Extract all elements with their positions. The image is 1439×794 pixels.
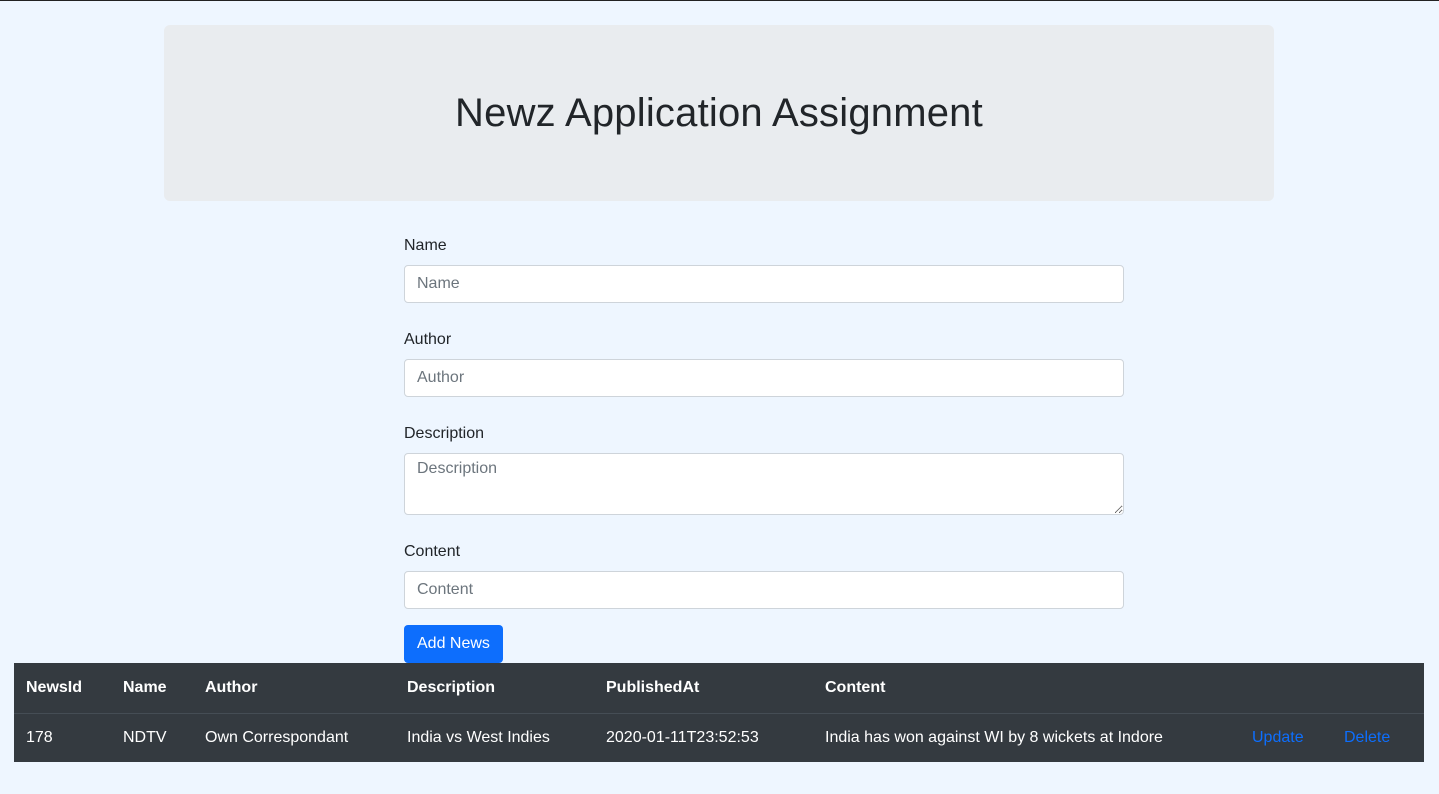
cell-update: Update: [1240, 714, 1332, 763]
cell-author: Own Correspondant: [205, 729, 349, 746]
column-header-author: Author: [193, 663, 395, 714]
description-textarea[interactable]: [404, 453, 1124, 515]
cell-description: India vs West Indies: [407, 729, 550, 746]
column-header-update: [1240, 663, 1332, 714]
delete-link[interactable]: Delete: [1344, 729, 1390, 746]
content-input[interactable]: [404, 571, 1124, 609]
news-table-container: NewsId Name Author Description Published…: [14, 663, 1424, 762]
table-header-row: NewsId Name Author Description Published…: [14, 663, 1424, 714]
column-header-publishedat: PublishedAt: [594, 663, 813, 714]
column-header-newsid: NewsId: [14, 663, 111, 714]
column-header-description: Description: [395, 663, 594, 714]
name-label: Name: [404, 237, 447, 254]
name-input[interactable]: [404, 265, 1124, 303]
add-news-form: Name Author Description Content Add News: [404, 235, 1124, 663]
header-jumbotron: Newz Application Assignment: [164, 25, 1274, 201]
cell-content: India has won against WI by 8 wickets at…: [825, 729, 1163, 746]
news-table: NewsId Name Author Description Published…: [14, 663, 1424, 762]
author-label: Author: [404, 331, 452, 348]
description-label: Description: [404, 425, 485, 442]
column-header-name: Name: [111, 663, 193, 714]
page-title: Newz Application Assignment: [455, 90, 983, 135]
cell-name: NDTV: [123, 729, 167, 746]
column-header-content: Content: [813, 663, 1240, 714]
update-link[interactable]: Update: [1252, 729, 1304, 746]
cell-delete: Delete: [1332, 714, 1424, 763]
table-row: 178 NDTV Own Correspondant India vs West…: [14, 714, 1424, 763]
content-label: Content: [404, 543, 461, 560]
column-header-delete: [1332, 663, 1424, 714]
cell-published-at: 2020-01-11T23:52:53: [606, 729, 759, 746]
add-news-button[interactable]: Add News: [404, 625, 503, 663]
author-input[interactable]: [404, 359, 1124, 397]
cell-news-id: 178: [26, 729, 53, 746]
